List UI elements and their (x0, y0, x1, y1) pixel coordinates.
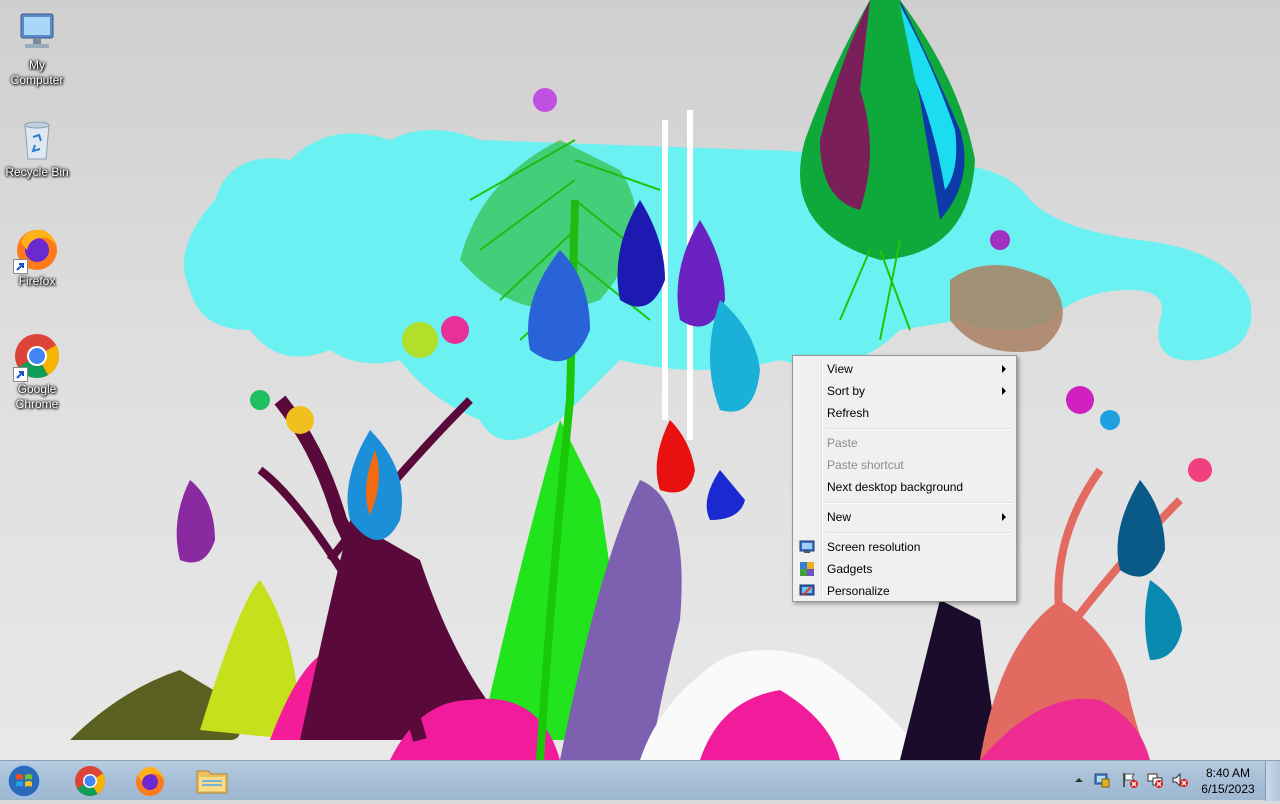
menu-item-label: New (827, 510, 852, 524)
shortcut-arrow-icon (13, 259, 28, 274)
submenu-arrow-icon (1002, 513, 1006, 521)
menu-item-label: Paste (827, 436, 858, 450)
desktop-icon-label: Computer (10, 73, 64, 87)
submenu-arrow-icon (1002, 365, 1006, 373)
menu-item-personalize[interactable]: Personalize (795, 580, 1014, 602)
windows-start-icon (7, 764, 41, 798)
menu-item-view[interactable]: View (795, 358, 1014, 380)
flag-error-icon[interactable] (1121, 771, 1139, 789)
menu-item-label: Refresh (827, 406, 870, 420)
shortcut-arrow-icon (13, 367, 28, 382)
computer-icon (13, 8, 61, 56)
recycle-bin-icon (13, 115, 61, 163)
gadgets-icon (799, 561, 815, 577)
menu-item-paste-shortcut[interactable]: Paste shortcut (795, 454, 1014, 476)
menu-item-sort-by[interactable]: Sort by (795, 380, 1014, 402)
show-hidden-icons-arrow[interactable] (1070, 771, 1088, 789)
action-center-icon[interactable] (1093, 771, 1111, 789)
menu-item-next-desktop-background[interactable]: Next desktop background (795, 476, 1014, 498)
taskbar-chrome-button[interactable] (62, 763, 118, 799)
menu-item-label: View (827, 362, 853, 376)
personalize-icon (799, 583, 815, 599)
menu-item-label: Gadgets (827, 562, 873, 576)
desktop-icon-recycle-bin[interactable]: Recycle Bin (0, 115, 74, 180)
menu-separator (825, 428, 1012, 430)
desktop[interactable]: My Computer Recycle Bin Firefox Google C… (0, 0, 1280, 760)
menu-item-screen-resolution[interactable]: Screen resolution (795, 536, 1014, 558)
menu-item-new[interactable]: New (795, 506, 1014, 528)
screen-resolution-icon (799, 539, 815, 555)
system-clock[interactable]: 8:40 AM 6/15/2023 (1196, 765, 1260, 797)
volume-muted-icon[interactable] (1171, 771, 1189, 789)
menu-item-gadgets[interactable]: Gadgets (795, 558, 1014, 580)
firefox-icon (136, 766, 164, 796)
clock-date: 6/15/2023 (1201, 782, 1255, 796)
menu-item-label: Paste shortcut (827, 458, 904, 472)
menu-separator (825, 502, 1012, 504)
taskbar-firefox-button[interactable] (122, 763, 178, 799)
menu-item-refresh[interactable]: Refresh (795, 402, 1014, 424)
desktop-icon-firefox[interactable]: Firefox (0, 224, 74, 289)
desktop-icon-my-computer[interactable]: My Computer (0, 8, 74, 88)
file-explorer-icon (196, 770, 228, 794)
taskbar: 8:40 AM 6/15/2023 (0, 760, 1280, 801)
chrome-icon (13, 332, 61, 382)
desktop-context-menu: View Sort by Refresh Paste Paste shortcu… (792, 355, 1017, 602)
taskbar-file-explorer-button[interactable] (184, 763, 240, 799)
network-error-icon[interactable] (1146, 771, 1164, 789)
menu-item-label: Sort by (827, 384, 866, 398)
desktop-icon-label: Firefox (18, 274, 56, 288)
start-button[interactable] (4, 763, 44, 799)
menu-item-label: Personalize (827, 584, 890, 598)
menu-item-label: Screen resolution (827, 540, 921, 554)
wallpaper-image (70, 0, 1252, 760)
desktop-icon-label: My (29, 58, 45, 72)
clock-time: 8:40 AM (1205, 766, 1251, 780)
menu-item-label: Next desktop background (827, 480, 964, 494)
desktop-icon-label: Recycle Bin (5, 165, 69, 179)
firefox-icon (13, 224, 61, 274)
desktop-icon-label: Google (17, 382, 57, 396)
desktop-icon-label: Chrome (15, 397, 59, 411)
menu-item-paste[interactable]: Paste (795, 432, 1014, 454)
chrome-icon (75, 766, 106, 797)
menu-separator (825, 532, 1012, 534)
submenu-arrow-icon (1002, 387, 1006, 395)
desktop-icon-google-chrome[interactable]: Google Chrome (0, 332, 74, 412)
show-desktop-button[interactable] (1265, 761, 1280, 801)
